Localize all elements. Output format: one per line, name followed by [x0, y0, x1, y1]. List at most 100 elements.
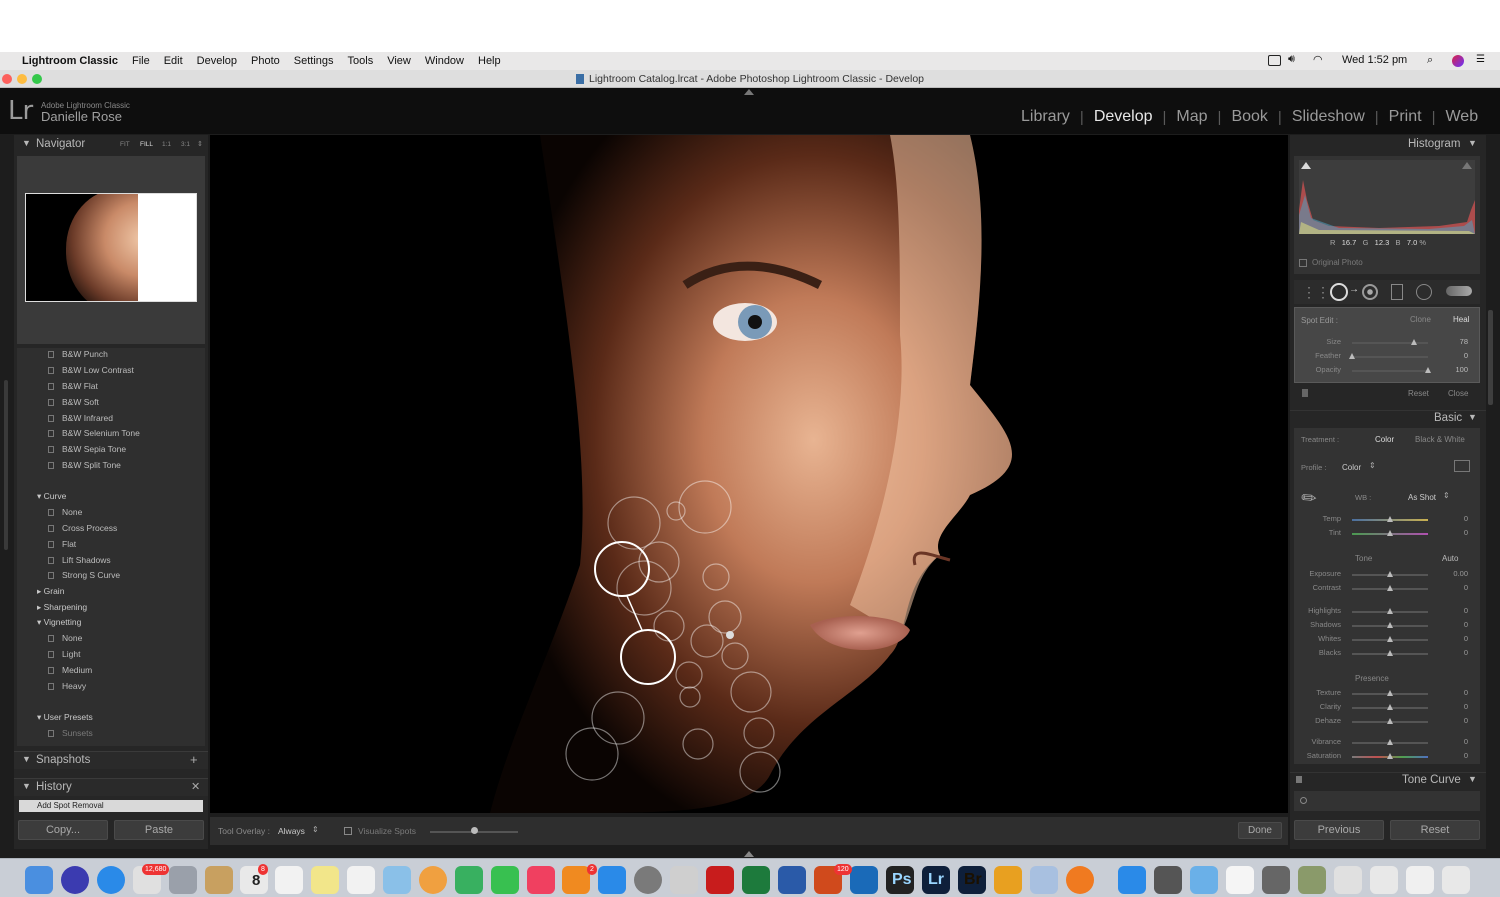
profile-browser-icon[interactable]: [1454, 460, 1470, 472]
histogram-graph[interactable]: [1299, 160, 1475, 234]
slider-value[interactable]: 0: [1464, 606, 1468, 615]
slider-value[interactable]: 0.00: [1453, 569, 1468, 578]
slider-value[interactable]: 0: [1464, 528, 1468, 537]
calendar-icon[interactable]: [275, 866, 303, 894]
crop-overlay-icon[interactable]: ⋮⋮: [1302, 284, 1330, 301]
zoom-fit[interactable]: FIT: [120, 141, 130, 148]
slider-value[interactable]: 0: [1464, 716, 1468, 725]
spot-close-button[interactable]: Close: [1448, 389, 1468, 398]
slider-value[interactable]: 0: [1464, 648, 1468, 657]
add-snapshot-icon[interactable]: +: [190, 752, 198, 767]
preset-item[interactable]: Lift Shadows: [48, 555, 111, 565]
auto-tone-button[interactable]: Auto: [1442, 554, 1458, 563]
mask-toggle-icon[interactable]: [1302, 389, 1308, 397]
slider-track[interactable]: [1352, 356, 1428, 358]
preset-item[interactable]: Light: [48, 649, 80, 659]
paste-button[interactable]: Paste: [114, 820, 204, 840]
histogram-header[interactable]: Histogram ▼: [1290, 138, 1486, 154]
slider-shadows[interactable]: Shadows 0: [1296, 620, 1474, 632]
slider-thumb[interactable]: [1387, 636, 1393, 642]
slider-value[interactable]: 0: [1464, 351, 1468, 360]
preset-item[interactable]: Medium: [48, 665, 92, 675]
panel-toggle-icon[interactable]: [1296, 776, 1302, 783]
red-eye-icon[interactable]: [1362, 284, 1378, 300]
photo-canvas[interactable]: [210, 135, 1288, 813]
slider-value[interactable]: 0: [1464, 702, 1468, 711]
module-print[interactable]: Print: [1389, 108, 1422, 126]
basic-header[interactable]: Basic ▼: [1290, 410, 1486, 426]
slider-thumb[interactable]: [1387, 704, 1393, 710]
slider-thumb[interactable]: [1387, 753, 1393, 759]
preview-icon[interactable]: [1030, 866, 1058, 894]
preset-group-grain[interactable]: ▸ Grain: [37, 586, 64, 597]
slider-thumb[interactable]: [1411, 339, 1418, 345]
menu-window[interactable]: Window: [425, 55, 464, 67]
done-button[interactable]: Done: [1238, 822, 1282, 839]
screen-record-icon[interactable]: [1268, 55, 1281, 66]
spot-target-circle[interactable]: [620, 629, 676, 685]
radial-filter-icon[interactable]: [1416, 284, 1432, 300]
system-preferences-icon[interactable]: [634, 866, 662, 894]
slider-contrast[interactable]: Contrast 0: [1296, 583, 1474, 595]
slider-thumb[interactable]: [1387, 650, 1393, 656]
menu-settings[interactable]: Settings: [294, 55, 334, 67]
slider-thumb[interactable]: [1387, 739, 1393, 745]
module-library[interactable]: Library: [1021, 108, 1070, 126]
graduated-filter-icon[interactable]: [1391, 284, 1403, 300]
right-scrollbar[interactable]: [1488, 310, 1493, 405]
preset-item[interactable]: B&W Infrared: [48, 413, 113, 423]
slider-vibrance[interactable]: Vibrance 0: [1296, 737, 1474, 749]
slider-blacks[interactable]: Blacks 0: [1296, 648, 1474, 660]
outlook-icon[interactable]: [850, 866, 878, 894]
launchpad-icon[interactable]: [169, 866, 197, 894]
collapse-top-panel-icon[interactable]: [744, 89, 754, 95]
safari-icon[interactable]: [97, 866, 125, 894]
spreadsheet-icon[interactable]: [1370, 866, 1398, 894]
preset-item[interactable]: B&W Soft: [48, 397, 99, 407]
folder-icon[interactable]: [1190, 866, 1218, 894]
preset-group-user-presets[interactable]: ▾ User Presets: [37, 712, 93, 723]
slider-texture[interactable]: Texture 0: [1296, 688, 1474, 700]
slider-thumb[interactable]: [1349, 353, 1355, 359]
adjustment-brush-icon[interactable]: [1446, 286, 1472, 296]
zoom-1-1[interactable]: 1:1: [162, 141, 171, 148]
menu-photo[interactable]: Photo: [251, 55, 280, 67]
menu-help[interactable]: Help: [478, 55, 501, 67]
bridge-icon[interactable]: [994, 866, 1022, 894]
slider-thumb[interactable]: [1387, 530, 1393, 536]
slider-opacity[interactable]: Opacity 100: [1296, 365, 1474, 377]
slider-value[interactable]: 0: [1464, 583, 1468, 592]
scanner-icon[interactable]: [1154, 866, 1182, 894]
module-slideshow[interactable]: Slideshow: [1292, 108, 1365, 126]
reset-button[interactable]: Reset: [1390, 820, 1480, 840]
books-icon[interactable]: [562, 866, 590, 894]
preset-item[interactable]: Cross Process: [48, 523, 117, 533]
module-web[interactable]: Web: [1445, 108, 1478, 126]
slider-thumb[interactable]: [1387, 690, 1393, 696]
slider-temp[interactable]: Temp 0: [1296, 514, 1474, 526]
tone-curve-header[interactable]: Tone Curve ▼: [1290, 772, 1486, 788]
preset-group-sharpening[interactable]: ▸ Sharpening: [37, 602, 87, 613]
volume-icon[interactable]: 🔊︎: [1288, 53, 1295, 66]
menu-tools[interactable]: Tools: [348, 55, 374, 67]
preset-item[interactable]: Strong S Curve: [48, 570, 120, 580]
module-develop[interactable]: Develop: [1094, 108, 1153, 126]
preset-item[interactable]: None: [48, 507, 82, 517]
slider-value[interactable]: 0: [1464, 514, 1468, 523]
copy-button[interactable]: Copy...: [18, 820, 108, 840]
clock[interactable]: Wed 1:52 pm: [1342, 54, 1407, 66]
music-icon[interactable]: [527, 866, 555, 894]
navigator-header[interactable]: ▼ Navigator FIT FILL 1:1 3:1 ⇕: [14, 138, 208, 154]
left-scrollbar[interactable]: [4, 380, 8, 550]
preset-item[interactable]: B&W Low Contrast: [48, 365, 134, 375]
slider-saturation[interactable]: Saturation 0: [1296, 751, 1474, 763]
slider-value[interactable]: 0: [1464, 634, 1468, 643]
wb-select[interactable]: As Shot: [1408, 493, 1436, 502]
spot-pin[interactable]: [726, 631, 734, 639]
preset-item[interactable]: B&W Sepia Tone: [48, 444, 126, 454]
messages-icon[interactable]: [455, 866, 483, 894]
menu-file[interactable]: File: [132, 55, 150, 67]
clear-history-icon[interactable]: ✕: [191, 780, 200, 793]
minimize-window-icon[interactable]: [17, 74, 27, 84]
zoom-fill[interactable]: FILL: [140, 141, 153, 148]
